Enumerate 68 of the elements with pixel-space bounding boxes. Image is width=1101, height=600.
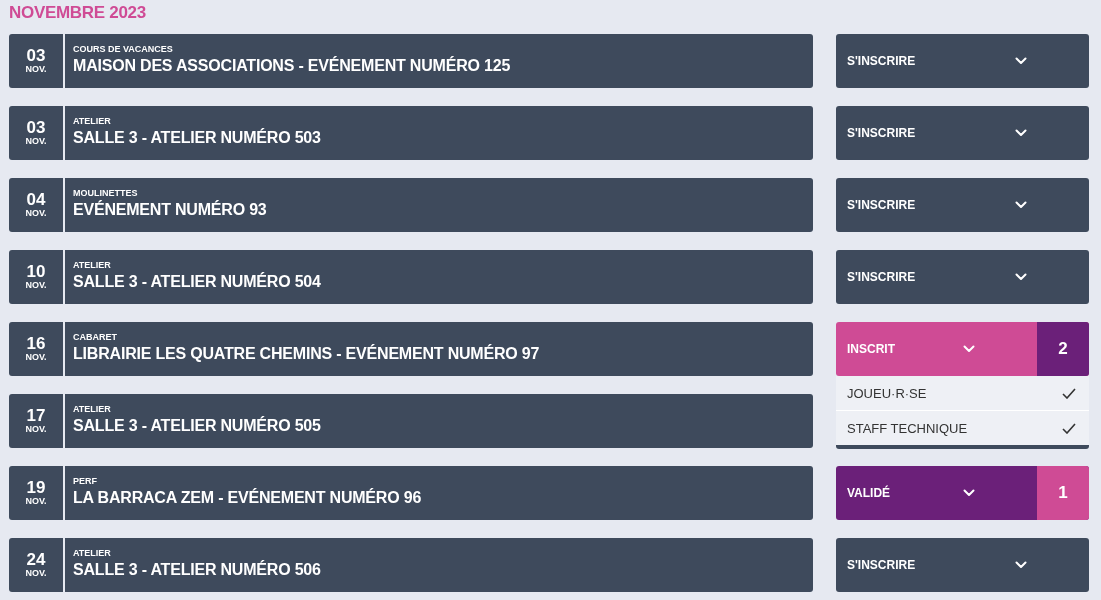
event-category: PERF: [73, 476, 98, 487]
event-title: LIBRAIRIE LES QUATRE CHEMINS - EVÉNEMENT NUMÉRO 97: [73, 343, 540, 364]
status-label: S'INSCRIRE: [847, 198, 916, 212]
event-day: 17: [26, 408, 46, 424]
event-card[interactable]: 16 NOV. CABARET LIBRAIRIE LES QUATRE CHEMINS - EVÉNEMENT NUMÉRO 97: [9, 322, 813, 376]
event-card[interactable]: 24 NOV. ATELIER SALLE 3 - ATELIER NUMÉRO 506: [9, 538, 813, 592]
event-day: 03: [26, 120, 46, 136]
event-title: SALLE 3 - ATELIER NUMÉRO 505: [73, 415, 321, 436]
event-month: NOV.: [25, 64, 47, 74]
event-month: NOV.: [25, 424, 47, 434]
event-category: ATELIER: [73, 116, 112, 127]
checkmark-icon: [1062, 422, 1076, 434]
event-day: 10: [26, 264, 46, 280]
event-category: CABARET: [73, 332, 118, 343]
status-dropdown-button[interactable]: S'INSCRIRE: [836, 34, 1089, 88]
event-card[interactable]: 03 NOV. ATELIER SALLE 3 - ATELIER NUMÉRO 503: [9, 106, 813, 160]
participant-count: 1: [1037, 466, 1089, 520]
status-label: S'INSCRIRE: [847, 558, 916, 572]
event-card[interactable]: 03 NOV. COURS DE VACANCES MAISON DES ASSOCIATIONS - EVÉNEMENT NUMÉRO 125: [9, 34, 813, 88]
status-dropdown-button[interactable]: VALIDÉ 1: [836, 466, 1089, 520]
event-title: SALLE 3 - ATELIER NUMÉRO 504: [73, 271, 321, 292]
chevron-down-icon: [963, 345, 975, 353]
event-card[interactable]: 10 NOV. ATELIER SALLE 3 - ATELIER NUMÉRO 504: [9, 250, 813, 304]
checkmark-icon: [1062, 387, 1076, 399]
event-title: SALLE 3 - ATELIER NUMÉRO 506: [73, 559, 321, 580]
event-month: NOV.: [25, 568, 47, 578]
event-day: 19: [26, 480, 46, 496]
event-card[interactable]: 19 NOV. PERF LA BARRACA ZEM - EVÉNEMENT NUMÉRO 96: [9, 466, 813, 520]
role-option[interactable]: JOUEU·R·SE: [836, 376, 1089, 410]
event-category: ATELIER: [73, 404, 112, 415]
status-label: S'INSCRIRE: [847, 126, 916, 140]
event-category: ATELIER: [73, 548, 112, 559]
status-label: VALIDÉ: [847, 486, 891, 500]
event-month: NOV.: [25, 280, 47, 290]
event-card[interactable]: 04 NOV. MOULINETTES EVÉNEMENT NUMÉRO 93: [9, 178, 813, 232]
status-label: S'INSCRIRE: [847, 270, 916, 284]
chevron-down-icon: [1015, 57, 1027, 65]
event-day: 16: [26, 336, 46, 352]
event-category: ATELIER: [73, 260, 112, 271]
month-heading: NOVEMBRE 2023: [9, 3, 147, 23]
event-month: NOV.: [25, 208, 47, 218]
event-title: EVÉNEMENT NUMÉRO 93: [73, 199, 267, 220]
participant-count: 2: [1037, 322, 1089, 376]
chevron-down-icon: [1015, 129, 1027, 137]
event-day: 24: [26, 552, 46, 568]
event-day: 04: [26, 192, 46, 208]
status-label: INSCRIT: [847, 342, 895, 356]
status-label: S'INSCRIRE: [847, 54, 916, 68]
status-dropdown-button[interactable]: S'INSCRIRE: [836, 250, 1089, 304]
event-title: SALLE 3 - ATELIER NUMÉRO 503: [73, 127, 321, 148]
event-day: 03: [26, 48, 46, 64]
chevron-down-icon: [1015, 201, 1027, 209]
event-title: LA BARRACA ZEM - EVÉNEMENT NUMÉRO 96: [73, 487, 422, 508]
status-dropdown-button[interactable]: S'INSCRIRE: [836, 538, 1089, 592]
event-card[interactable]: 17 NOV. ATELIER SALLE 3 - ATELIER NUMÉRO 505: [9, 394, 813, 448]
event-category: COURS DE VACANCES: [73, 44, 174, 55]
event-category: MOULINETTES: [73, 188, 139, 199]
status-dropdown-button[interactable]: INSCRIT 2: [836, 322, 1089, 376]
chevron-down-icon: [963, 489, 975, 497]
role-option[interactable]: STAFF TECHNIQUE: [836, 410, 1089, 445]
chevron-down-icon: [1015, 561, 1027, 569]
status-dropdown-button[interactable]: S'INSCRIRE: [836, 178, 1089, 232]
event-month: NOV.: [25, 136, 47, 146]
status-dropdown-button[interactable]: S'INSCRIRE: [836, 106, 1089, 160]
chevron-down-icon: [1015, 273, 1027, 281]
event-month: NOV.: [25, 352, 47, 362]
event-title: MAISON DES ASSOCIATIONS - EVÉNEMENT NUMÉRO 125: [73, 55, 511, 76]
event-month: NOV.: [25, 496, 47, 506]
